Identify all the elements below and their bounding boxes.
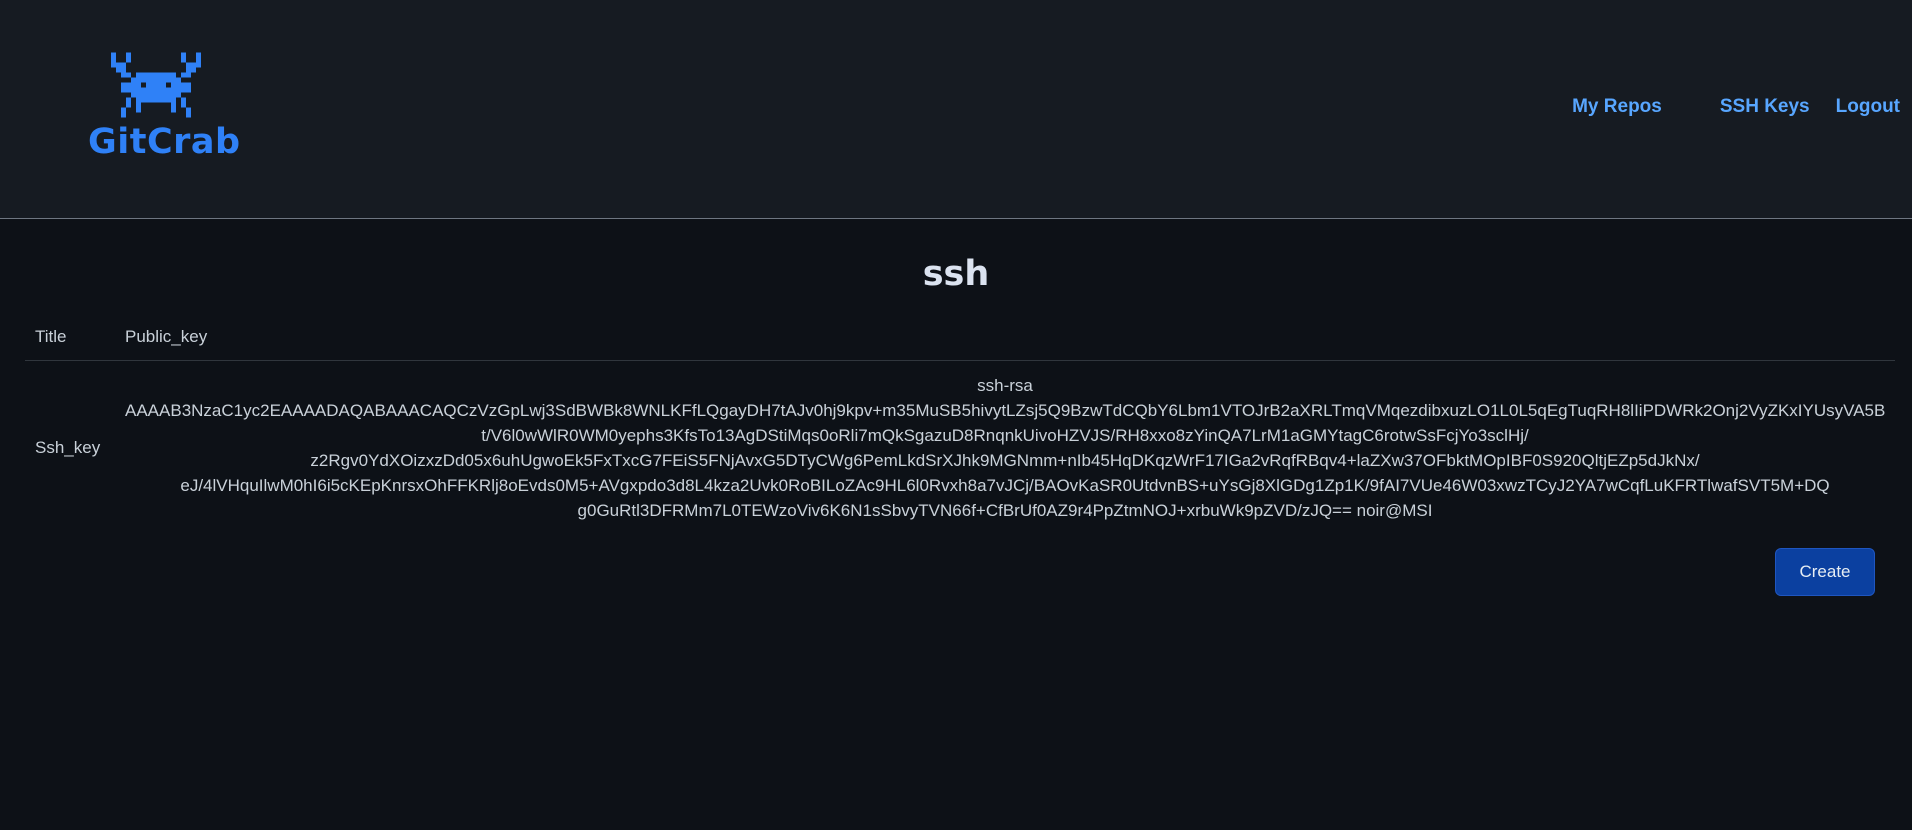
- page-title: ssh: [922, 254, 990, 294]
- public-key-line: ssh-rsa: [977, 376, 1033, 395]
- nav-ssh-keys-link[interactable]: SSH Keys: [1720, 96, 1810, 118]
- column-header-public-key: Public_key: [115, 317, 1895, 361]
- create-button[interactable]: Create: [1775, 548, 1875, 596]
- nav-logout-link[interactable]: Logout: [1836, 96, 1900, 118]
- ssh-key-title: Ssh_key: [35, 438, 101, 457]
- table-row: Ssh_key ssh-rsa AAAAB3NzaC1yc2EAAAADAQAB…: [25, 361, 1895, 536]
- ssh-keys-table: Title Public_key Ssh_key ssh-rsa AAAAB3N…: [25, 317, 1895, 535]
- public-key-line: eJ/4lVHquIlwM0hI6i5cKEpKnrsxOhFFKRlj8oEv…: [180, 476, 1830, 495]
- main-nav: My Repos SSH Keys Logout: [1572, 96, 1900, 118]
- nav-my-repos-link[interactable]: My Repos: [1572, 96, 1662, 118]
- column-header-title: Title: [25, 317, 115, 361]
- public-key-line: g0GuRtl3DFRMm7L0TEWzoViv6K6N1sSbvyTVN66f…: [577, 501, 1433, 520]
- logo-text: GitCrab: [88, 122, 241, 162]
- header: GitCrab My Repos SSH Keys Logout: [0, 0, 1912, 219]
- public-key-line: t/V6l0wWlR0WM0yephs3KfsTo13AgDStiMqs0oRl…: [481, 426, 1529, 445]
- public-key-line: z2Rgv0YdXOizxzDd05x6uhUgwoEk5FxTxcG7FEiS…: [310, 451, 1700, 470]
- ssh-public-key: ssh-rsa AAAAB3NzaC1yc2EAAAADAQABAAACAQCz…: [115, 361, 1895, 536]
- table-header-row: Title Public_key: [25, 317, 1895, 361]
- crab-icon: [111, 52, 201, 118]
- logo[interactable]: GitCrab: [88, 52, 241, 162]
- public-key-line: AAAAB3NzaC1yc2EAAAADAQABAAACAQCzVzGpLwj3…: [125, 401, 1885, 420]
